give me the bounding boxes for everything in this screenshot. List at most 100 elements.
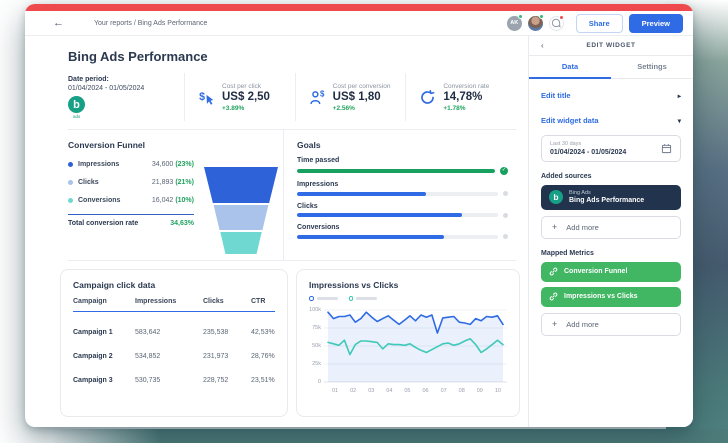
metric-chip-label: Conversion Funnel — [564, 268, 628, 275]
funnel-row-label: Impressions — [78, 161, 120, 168]
section-title: Impressions vs Clicks — [309, 280, 399, 290]
table-cell: 228,752 — [203, 377, 229, 384]
goal-time-passed: Time passed ✓ — [297, 156, 508, 175]
date-range-preset: Last 30 days — [550, 141, 582, 147]
tab-data[interactable]: Data — [529, 56, 611, 79]
online-status-dot — [539, 14, 545, 19]
x-tick-label: 01 — [332, 387, 339, 394]
funnel-row-pct: (21%) — [175, 179, 194, 186]
avatar-photo[interactable] — [527, 14, 545, 31]
legend-item-clicks — [348, 296, 377, 301]
x-tick-label: 05 — [404, 387, 411, 394]
kpi-delta: +3.89% — [222, 104, 245, 112]
conversion-funnel-widget: Conversion Funnel Impressions 34,600 (23… — [68, 130, 284, 260]
date-period-label: Date period: — [68, 76, 109, 83]
comments-button[interactable] — [548, 15, 565, 31]
kpi-label: Cost per click — [222, 82, 262, 90]
column-header: CTR — [251, 298, 266, 305]
legend-label-placeholder — [316, 297, 338, 300]
link-icon — [549, 267, 558, 276]
funnel-row-value: 16,042 — [151, 197, 174, 204]
funnel-segment-clicks — [213, 205, 269, 230]
funnel-segment-conversions — [220, 232, 262, 254]
edit-title-row[interactable]: Edit title ▸ — [541, 83, 681, 108]
section-title: Goals — [297, 140, 321, 150]
backdrop-shadow-strip — [52, 429, 728, 443]
section-title: Campaign click data — [73, 280, 156, 290]
metric-chip-conversion-funnel[interactable]: Conversion Funnel — [541, 261, 681, 282]
link-icon — [549, 292, 558, 301]
edit-widget-data-label: Edit widget data — [541, 116, 599, 125]
top-bar: ← Your reports / Bing Ads Performance AK… — [25, 11, 693, 36]
legend-item-impressions — [309, 296, 338, 301]
section-title: Conversion Funnel — [68, 140, 145, 150]
funnel-legend-row: Impressions 34,600 (23%) — [68, 161, 194, 168]
plus-icon: + — [552, 221, 558, 232]
campaign-table-body: Campaign 1 583,642 235,538 42,53% Campaign 2… — [73, 312, 275, 384]
funnel-total-value: 34,63% — [170, 220, 194, 227]
metric-chip-impressions-vs-clicks[interactable]: Impressions vs Clicks — [541, 286, 681, 307]
preview-button[interactable]: Preview — [628, 13, 683, 33]
kpi-value: US$ 1,80 — [332, 91, 381, 103]
kpi-cost-per-click: $ Cost per click US$ 2,50 +3.89% — [184, 73, 295, 121]
kpi-label: Cost per conversion — [332, 82, 391, 90]
column-header: Campaign — [73, 298, 107, 305]
back-arrow-icon[interactable]: ← — [53, 17, 64, 29]
breadcrumb: Your reports / Bing Ads Performance — [94, 19, 208, 27]
kpi-delta: +1.78% — [443, 104, 466, 112]
avatar-initials-text: AK — [510, 20, 519, 26]
table-cell: 534,852 — [135, 353, 161, 360]
y-tick-label: 0 — [317, 378, 321, 385]
window-accent-bar — [25, 4, 693, 11]
kpi-value: US$ 2,50 — [222, 91, 270, 103]
avatar-initials[interactable]: AK — [506, 14, 524, 31]
source-card-bing-ads[interactable]: b Bing Ads Bing Ads Performance — [541, 184, 681, 210]
goal-end-dot — [503, 234, 508, 239]
kpi-delta: +2.56% — [332, 104, 355, 112]
date-range-field[interactable]: Last 30 days 01/04/2024 - 01/05/2024 — [541, 135, 681, 162]
table-cell: Campaign 3 — [73, 377, 113, 384]
tab-settings[interactable]: Settings — [611, 56, 693, 78]
funnel-row-value: 21,893 — [151, 179, 174, 186]
series-dot — [68, 162, 73, 167]
dollar-cursor-icon: $ — [199, 91, 214, 105]
svg-text:$: $ — [320, 89, 325, 98]
series-dot — [68, 180, 73, 185]
panel-header: ‹ EDIT WIDGET — [529, 36, 693, 56]
edit-title-label: Edit title — [541, 91, 571, 100]
panel-back-chevron-icon[interactable]: ‹ — [541, 41, 544, 50]
goal-end-dot — [503, 212, 508, 218]
add-source-button[interactable]: + Add more — [541, 215, 681, 239]
legend-marker — [309, 296, 314, 301]
edit-widget-data-row[interactable]: Edit widget data ▾ — [541, 108, 681, 133]
y-tick-label: 75k — [312, 324, 321, 331]
metric-chip-label: Impressions vs Clicks — [564, 293, 638, 300]
top-bar-actions: AK Share Preview — [506, 13, 683, 33]
app-window: ← Your reports / Bing Ads Performance AK… — [25, 4, 693, 427]
table-cell: Campaign 2 — [73, 353, 113, 360]
calendar-icon — [661, 143, 672, 153]
chevron-right-icon: ▸ — [677, 92, 681, 100]
table-cell: 28,76% — [251, 353, 275, 360]
share-button[interactable]: Share — [575, 13, 623, 33]
goals-widget: Goals Time passed ✓ Impressions Clicks Conve… — [284, 130, 516, 260]
table-cell: 42,53% — [251, 329, 275, 336]
legend-marker — [348, 296, 353, 301]
add-metric-button[interactable]: + Add more — [541, 312, 681, 336]
report-canvas: Bing Ads Performance Date period: 01/04/… — [25, 36, 528, 427]
date-period-value: 01/04/2024 - 01/05/2024 — [68, 85, 145, 92]
chart-y-axis: 100k 75k 50k 25k 0 — [309, 307, 324, 385]
x-tick-label: 03 — [368, 387, 375, 394]
online-status-dot — [518, 14, 524, 19]
goals-list: Time passed ✓ Impressions Clicks Conversions — [297, 156, 508, 239]
kpi-row: Date period: 01/04/2024 - 01/05/2024 b a… — [68, 73, 516, 130]
funnel-row-label: Clicks — [78, 179, 99, 186]
goal-conversions: Conversions — [297, 224, 508, 239]
plus-icon: + — [552, 318, 558, 329]
funnel-total-row: Total conversion rate 34,63% — [68, 214, 194, 227]
funnel-segment-impressions — [204, 167, 278, 203]
table-cell: 231,973 — [203, 353, 229, 360]
x-tick-label: 08 — [458, 387, 465, 394]
funnel-row-value: 34,600 — [151, 161, 174, 168]
page-title: Bing Ads Performance — [68, 49, 208, 64]
